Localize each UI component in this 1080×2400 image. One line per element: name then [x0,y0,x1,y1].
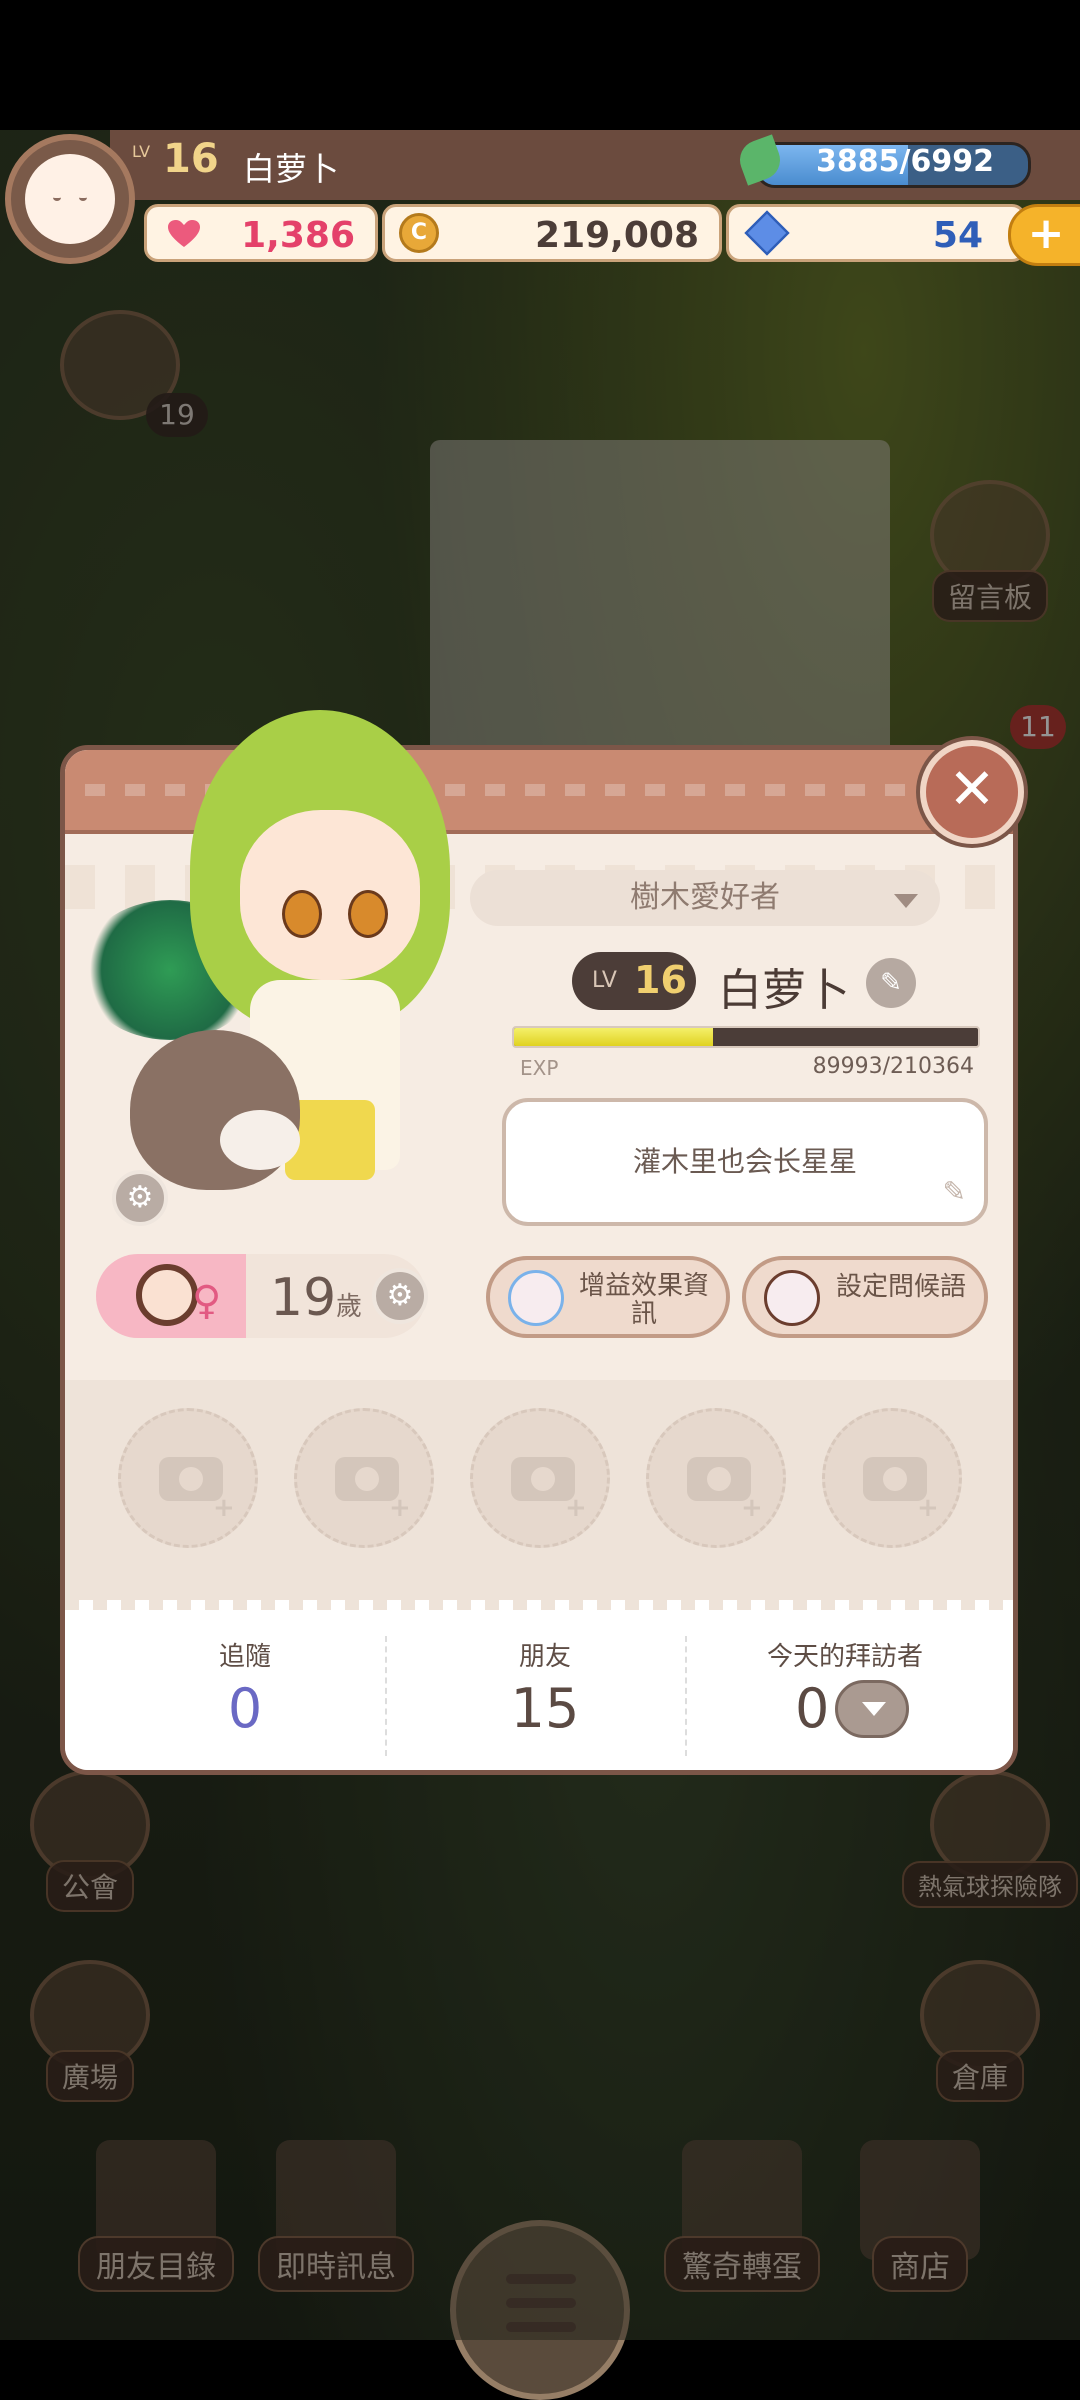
set-greeting-button[interactable]: 設定問候語 [742,1256,988,1338]
hud-exp-text: 3885/6992 [816,144,994,179]
follow-value: 0 [227,1677,263,1740]
greeting-message-box[interactable]: 灌木里也会长星星 ✎ [502,1098,988,1226]
heart-icon [168,220,200,247]
pencil-icon: ✎ [942,1175,966,1208]
age-value: 19 [270,1268,337,1328]
edit-name-pencil-icon[interactable]: ✎ [866,958,916,1008]
friends-label: 朋友 [518,1642,571,1672]
friends-stat[interactable]: 朋友 15 [395,1636,695,1740]
hud-level: 16 [163,136,219,182]
set-greeting-label: 設定問候語 [835,1272,966,1302]
photo-slot[interactable]: + [294,1408,434,1548]
add-gems-button[interactable]: + [1008,204,1080,266]
greeting-person-icon [764,1270,820,1326]
visitors-dropdown-button[interactable] [835,1680,909,1738]
age-pill: ♀ 19 歲 ⚙ [96,1254,428,1338]
gender-section: ♀ [96,1254,246,1338]
player-avatar[interactable] [5,134,135,264]
stats-divider [685,1636,687,1756]
buff-info-label: 增益效果資訊 [578,1271,709,1329]
age-unit: 歲 [336,1292,363,1322]
coin-icon: C [399,213,439,253]
gems-value: 54 [932,215,983,256]
character-avatar [80,700,480,1240]
hud-player-name: 白萝卜 [243,150,340,188]
avatar-face-icon [25,154,115,244]
girl-icon [136,1264,198,1326]
photo-slot[interactable]: + [822,1408,962,1548]
xp-label: EXP [520,1056,559,1080]
dog-pet-icon [130,1030,300,1190]
hud-level-prefix: LV [132,142,151,161]
visitors-label: 今天的拜訪者 [766,1642,923,1672]
profile-level-prefix: LV [592,968,617,993]
coins-value: 219,008 [535,215,699,256]
photo-slot[interactable]: + [118,1408,258,1548]
title-badge-text: 樹木愛好者 [630,880,780,915]
stats-divider [385,1636,387,1756]
follow-label: 追隨 [218,1642,271,1672]
avatar-settings-gear-icon[interactable]: ⚙ [112,1170,168,1226]
profile-level-badge: LV 16 [572,952,696,1010]
gems-counter[interactable]: 54 [726,204,1026,262]
gem-icon [744,210,790,256]
top-hud: LV 16 白萝卜 3885/6992 1,386 C 219,008 54 + [0,130,1080,270]
close-button[interactable]: ✕ [920,740,1024,844]
hearts-value: 1,386 [241,215,355,256]
greeting-text: 灌木里也会长星星 [632,1145,857,1178]
character-face [240,810,420,980]
photo-slot[interactable]: + [646,1408,786,1548]
profile-xp-bar [512,1026,980,1048]
buff-icon [508,1270,564,1326]
coins-counter[interactable]: C 219,008 [382,204,722,262]
buff-info-button[interactable]: 增益效果資訊 [486,1256,730,1338]
title-badge-select[interactable]: 樹木愛好者 [470,870,940,926]
photo-slot[interactable]: + [470,1408,610,1548]
friends-value: 15 [510,1677,580,1740]
chevron-down-icon [894,894,918,908]
female-symbol-icon: ♀ [192,1278,222,1324]
hearts-counter[interactable]: 1,386 [144,204,378,262]
xp-value: 89993/210364 [812,1054,974,1079]
profile-name: 白萝卜 [718,965,850,1016]
age-settings-gear-icon[interactable]: ⚙ [372,1268,428,1324]
profile-xp-fill [514,1028,713,1046]
profile-level: 16 [634,958,687,1002]
follow-stat[interactable]: 追隨 0 [95,1636,395,1740]
